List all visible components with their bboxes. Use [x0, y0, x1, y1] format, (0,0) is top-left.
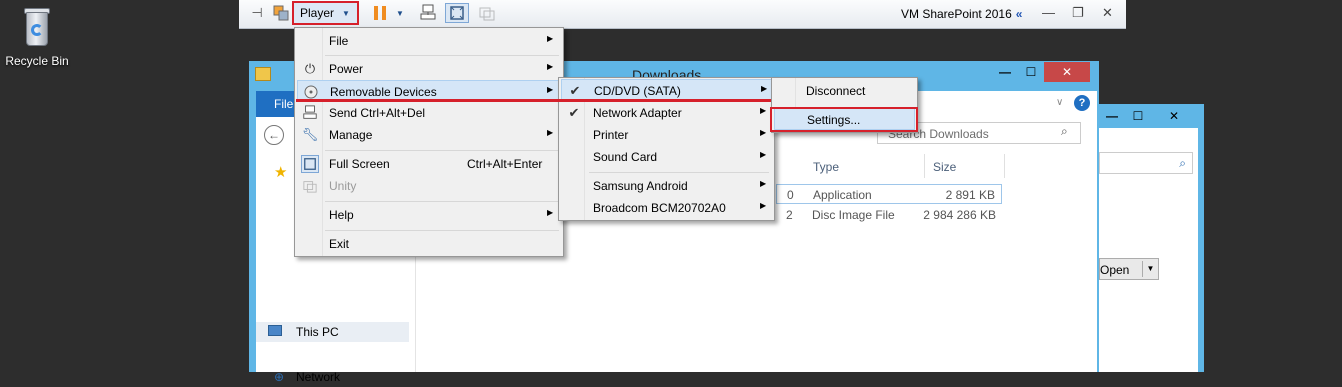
folder-icon — [255, 67, 271, 81]
menu-item-file[interactable]: File ▶ — [297, 30, 561, 52]
secondary-window: — ☐ ✕ ⌕ Open ▼ — [1099, 104, 1204, 372]
close-icon[interactable]: ✕ — [1102, 5, 1113, 21]
column-header-size[interactable]: Size — [925, 154, 1005, 178]
recycle-bin-shortcut[interactable]: Recycle Bin — [4, 6, 70, 68]
keyboard-icon — [301, 104, 319, 122]
checkmark-icon: ✔ — [569, 83, 581, 98]
menu-item-full-screen[interactable]: Full Screen Ctrl+Alt+Enter — [297, 153, 561, 175]
send-ctrl-alt-del-icon[interactable] — [417, 3, 439, 23]
nav-item-network[interactable]: ⊕ Network — [256, 367, 409, 387]
close-icon[interactable]: ✕ — [1151, 106, 1197, 126]
player-menu-button[interactable]: Player ▼ — [292, 1, 359, 25]
pin-icon[interactable]: ⊣ — [247, 3, 267, 23]
search-input[interactable]: ⌕ — [1099, 152, 1193, 174]
chevron-down-icon[interactable]: ▼ — [1142, 261, 1158, 277]
player-menu-label: Player — [300, 6, 335, 20]
search-icon[interactable]: ⌕ — [1179, 156, 1186, 171]
chevron-down-icon: ▼ — [342, 8, 350, 18]
table-row[interactable]: 2 Disc Image File 2 984 286 KB — [776, 205, 1002, 225]
chevron-down-icon[interactable]: ▼ — [394, 3, 406, 23]
recycle-bin-icon — [22, 6, 52, 50]
minimize-icon[interactable]: — — [992, 62, 1018, 82]
menu-item-power[interactable]: ⏻ Power ▶ — [297, 58, 561, 80]
submenu-arrow-icon: ▶ — [547, 85, 554, 94]
submenu-arrow-icon: ▶ — [761, 84, 768, 93]
menu-item-manage[interactable]: 🔧︎ Manage ▶ — [297, 124, 561, 146]
submenu-arrow-icon: ▶ — [547, 34, 554, 43]
wrench-icon: 🔧︎ — [301, 127, 319, 142]
menu-item-network-adapter[interactable]: ✔ Network Adapter ▶ — [561, 102, 772, 124]
submenu-arrow-icon: ▶ — [760, 150, 767, 159]
restore-icon[interactable]: ❐ — [1072, 5, 1084, 21]
maximize-icon[interactable]: ☐ — [1018, 62, 1044, 82]
menu-item-unity: Unity — [297, 175, 561, 197]
submenu-arrow-icon: ▶ — [760, 128, 767, 137]
menu-item-cd-dvd-sata[interactable]: ✔ CD/DVD (SATA) ▶ — [561, 79, 772, 101]
player-menu: File ▶ ⏻ Power ▶ Removable Devices ▶ Send C… — [294, 27, 564, 257]
nav-item-label: This PC — [296, 325, 339, 339]
nav-item-this-pc[interactable]: This PC — [256, 322, 409, 342]
menu-item-broadcom-bcm20702a0[interactable]: Broadcom BCM20702A0 ▶ — [561, 197, 772, 219]
help-icon[interactable]: ? — [1074, 95, 1090, 111]
menu-item-samsung-android[interactable]: Samsung Android ▶ — [561, 175, 772, 197]
power-icon: ⏻ — [304, 61, 316, 76]
recycle-bin-label: Recycle Bin — [5, 54, 69, 68]
maximize-icon[interactable]: ☐ — [1125, 106, 1151, 126]
minimize-icon[interactable]: — — [1099, 106, 1125, 126]
menu-item-printer[interactable]: Printer ▶ — [561, 124, 772, 146]
menu-item-help[interactable]: Help ▶ — [297, 204, 561, 226]
annotation-box-settings — [770, 107, 918, 132]
menu-item-exit[interactable]: Exit — [297, 233, 561, 255]
full-screen-icon — [301, 155, 319, 173]
full-screen-icon[interactable] — [445, 3, 469, 23]
column-header-type[interactable]: Type — [805, 154, 925, 178]
table-row[interactable]: 0 Application 2 891 KB — [776, 184, 1002, 204]
submenu-arrow-icon: ▶ — [547, 128, 554, 137]
submenu-arrow-icon: ▶ — [547, 208, 554, 217]
pause-icon[interactable] — [371, 3, 389, 23]
vm-player-toolbar: ⊣ Player ▼ ▼ VM SharePoint 2016 « — ❐ ✕ — [239, 0, 1126, 29]
annotation-underline — [296, 99, 771, 102]
back-arrow-icon[interactable]: ← — [264, 125, 284, 145]
unity-icon — [301, 177, 319, 195]
submenu-arrow-icon: ▶ — [547, 62, 554, 71]
close-icon[interactable]: ✕ — [1044, 62, 1090, 82]
star-icon: ★ — [274, 164, 288, 181]
submenu-arrow-icon: ▶ — [760, 106, 767, 115]
nav-item-label: Network — [296, 370, 341, 384]
computer-icon — [268, 325, 282, 336]
submenu-arrow-icon: ▶ — [760, 201, 767, 210]
menu-item-send-ctrl-alt-del[interactable]: Send Ctrl+Alt+Del — [297, 102, 561, 124]
vmware-logo-icon — [272, 3, 290, 23]
minimize-icon[interactable]: — — [1042, 5, 1055, 20]
submenu-arrow-icon: ▶ — [760, 179, 767, 188]
menu-item-sound-card[interactable]: Sound Card ▶ — [561, 146, 772, 168]
checkmark-icon: ✔ — [568, 105, 580, 120]
unity-icon — [477, 3, 497, 23]
menu-item-disconnect[interactable]: Disconnect — [774, 80, 915, 102]
collapse-toolbar-icon[interactable]: « — [1016, 7, 1023, 21]
vm-name: VM SharePoint 2016 « — [901, 7, 1023, 21]
network-icon: ⊕ — [274, 370, 285, 384]
search-icon[interactable]: ⌕ — [1061, 124, 1068, 139]
chevron-down-icon[interactable]: ∨ — [1056, 97, 1063, 108]
secondary-window-body: ⌕ Open ▼ — [1099, 128, 1198, 372]
open-button[interactable]: Open ▼ — [1099, 258, 1159, 280]
